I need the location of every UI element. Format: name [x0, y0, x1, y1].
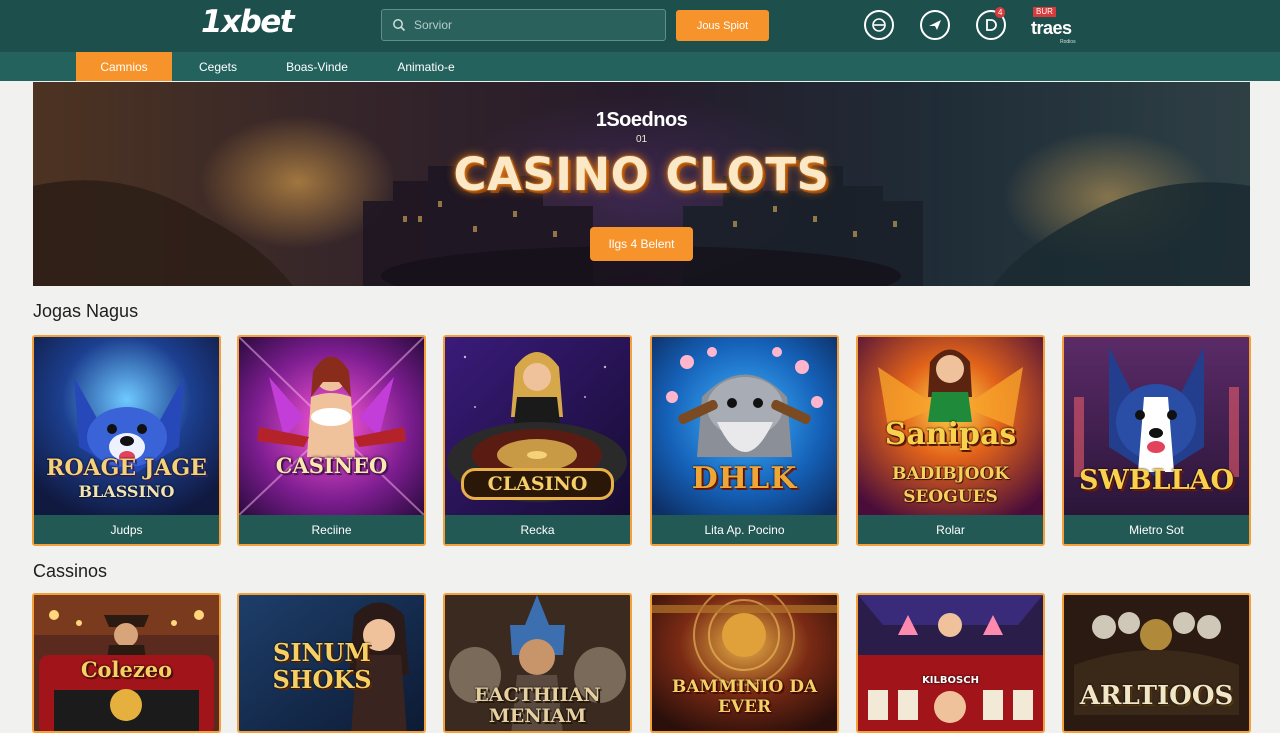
partner-logo-sub: Rodios — [1060, 39, 1076, 45]
game-card[interactable]: ROAGE JAGE BLASSINO Judps — [32, 335, 221, 546]
casino-card[interactable]: Colezeo — [32, 593, 221, 733]
tab-animatio[interactable]: Animatio-e — [384, 52, 468, 81]
game-card[interactable]: SWBLLAO Mietro Sot — [1062, 335, 1251, 546]
game-card[interactable]: CLASINO Recka — [443, 335, 632, 546]
game-art-title: DHLK — [691, 461, 798, 496]
game-card-title: Lita Ap. Pocino — [652, 515, 837, 544]
partner-logo[interactable]: BUR traes Rodios — [1030, 7, 1100, 47]
casino-thumbnail: ARLTIOOS — [1064, 595, 1249, 731]
casino-art-title: EACTHIIAN MENIAM — [474, 684, 601, 727]
game-thumbnail: DHLK — [652, 337, 837, 515]
tab-camnios[interactable]: Camnios — [76, 52, 172, 81]
casino-art-title: SINUM SHOKS — [272, 638, 372, 694]
game-art-subtitle: BLASSINO — [78, 482, 175, 501]
game-art-title: CLASINO — [461, 468, 614, 500]
casino-art-title: Colezeo — [80, 657, 173, 682]
casino-thumbnail: SINUM SHOKS — [239, 595, 424, 731]
casino-thumbnail: BAMMINIO DA EVER — [652, 595, 837, 731]
casino-art-title: KILBOSCH — [922, 675, 979, 686]
game-card-title: Rolar — [858, 515, 1043, 544]
hero-title: CASINO CLOTS — [453, 148, 830, 201]
game-art-subtitle: BADIBJOOK SEOGUES — [891, 464, 1010, 507]
brand-logo[interactable]: 1xbet — [201, 4, 295, 40]
game-card[interactable]: Sanipas BADIBJOOK SEOGUES Rolar — [856, 335, 1045, 546]
section-title-casinos: Cassinos — [33, 561, 108, 581]
casino-card[interactable]: KILBOSCH — [856, 593, 1045, 733]
game-thumbnail: SWBLLAO — [1064, 337, 1249, 515]
send-icon[interactable] — [920, 10, 950, 40]
casino-art-title: ARLTIOOS — [1079, 681, 1234, 711]
search-icon — [393, 19, 406, 32]
compass-icon[interactable] — [864, 10, 894, 40]
tab-boas-vinde[interactable]: Boas-Vinde — [276, 52, 358, 81]
casino-thumbnail: Colezeo — [34, 595, 219, 731]
game-thumbnail: ROAGE JAGE BLASSINO — [34, 337, 219, 515]
game-art-title: ROAGE JAGE — [46, 455, 207, 481]
game-thumbnail: CASINEO — [239, 337, 424, 515]
game-card-title: Reciine — [239, 515, 424, 544]
game-thumbnail: Sanipas BADIBJOOK SEOGUES — [858, 337, 1043, 515]
game-art-title: Sanipas — [884, 417, 1017, 452]
casino-thumbnail: KILBOSCH — [858, 595, 1043, 731]
main-nav: Camnios Cegets Boas-Vinde Animatio-e — [0, 52, 1280, 81]
partner-logo-name: traes — [1031, 18, 1072, 38]
game-card-title: Recka — [445, 515, 630, 544]
game-card[interactable]: DHLK Lita Ap. Pocino — [650, 335, 839, 546]
search-box[interactable] — [381, 9, 666, 41]
casino-art-title: BAMMINIO DA EVER — [671, 677, 818, 717]
casino-card[interactable]: BAMMINIO DA EVER — [650, 593, 839, 733]
tab-cegets[interactable]: Cegets — [182, 52, 254, 81]
join-button[interactable]: Jous Spiot — [676, 10, 769, 41]
hero-subtitle: 01 — [635, 134, 648, 145]
top-header: 1xbet Jous Spiot 4 BUR traes Rodios — [0, 0, 1280, 52]
hero-banner[interactable]: 1Soednos 01 CASINO CLOTS Ilgs 4 Belent — [33, 82, 1250, 286]
casino-card[interactable]: ARLTIOOS — [1062, 593, 1251, 733]
casino-thumbnail: EACTHIIAN MENIAM — [445, 595, 630, 731]
search-input[interactable] — [414, 18, 654, 32]
game-card-title: Mietro Sot — [1064, 515, 1249, 544]
game-art-title: SWBLLAO — [1078, 465, 1235, 496]
game-card-title: Judps — [34, 515, 219, 544]
hero-cta-button[interactable]: Ilgs 4 Belent — [590, 227, 693, 261]
section-title-games: Jogas Nagus — [33, 301, 139, 321]
game-card[interactable]: CASINEO Reciine — [237, 335, 426, 546]
casino-card[interactable]: EACTHIIAN MENIAM — [443, 593, 632, 733]
game-art-title: CASINEO — [275, 453, 388, 478]
casino-card[interactable]: SINUM SHOKS — [237, 593, 426, 733]
game-thumbnail: CLASINO — [445, 337, 630, 515]
hero-eyebrow: 1Soednos — [595, 109, 688, 131]
partner-logo-tag: BUR — [1033, 7, 1056, 17]
